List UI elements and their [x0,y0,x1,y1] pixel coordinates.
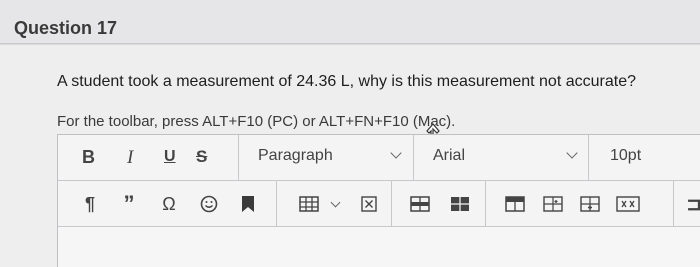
table-cell-icon[interactable] [503,193,527,215]
question-content: A student took a measurement of 24.36 L,… [0,45,700,267]
divider [673,181,674,227]
chevron-down-icon[interactable] [330,197,341,208]
divider [485,181,486,227]
question-header: Question 17 [0,0,700,44]
paragraph-select[interactable]: Paragraph [258,147,333,165]
insert-column-icon[interactable] [541,193,565,215]
font-select[interactable]: Arial [433,147,465,165]
pilcrow-icon[interactable]: ¶ [80,193,100,215]
bookmark-icon[interactable] [238,193,258,215]
italic-button[interactable]: I [127,147,133,169]
divider [391,181,392,227]
emoji-icon[interactable] [198,193,220,215]
divider [413,135,414,181]
expand-icon[interactable] [614,193,642,215]
question-title: Question 17 [14,18,118,38]
clear-formatting-icon[interactable] [358,193,380,215]
rich-text-editor: B I U S Paragraph Arial 10pt ¶ ” Ω ⊐ [57,134,700,267]
bold-button[interactable]: B [82,147,95,168]
quote-icon[interactable]: ” [118,191,140,216]
strikethrough-button[interactable]: S [196,147,207,167]
table-header-icon[interactable] [448,193,472,215]
omega-icon[interactable]: Ω [158,193,180,215]
chevron-down-icon[interactable] [390,147,402,159]
question-text: A student took a measurement of 24.36 L,… [57,73,636,90]
divider [588,135,589,181]
insert-row-icon[interactable] [578,193,602,215]
toolbar-hint: For the toolbar, press ALT+F10 (PC) or A… [57,113,456,130]
table-row-icon[interactable] [408,193,432,215]
font-size-select[interactable]: 10pt [610,147,641,165]
divider [238,135,239,181]
toolbar-row-1: B I U S Paragraph Arial 10pt [58,135,700,181]
underline-button[interactable]: U [164,148,176,166]
answer-text-area[interactable] [58,227,700,267]
chevron-down-icon[interactable] [566,147,578,159]
divider [276,181,277,227]
toolbar-row-2: ¶ ” Ω ⊐ [58,181,700,227]
more-icon[interactable]: ⊐ [686,193,700,215]
table-icon[interactable] [296,193,322,215]
